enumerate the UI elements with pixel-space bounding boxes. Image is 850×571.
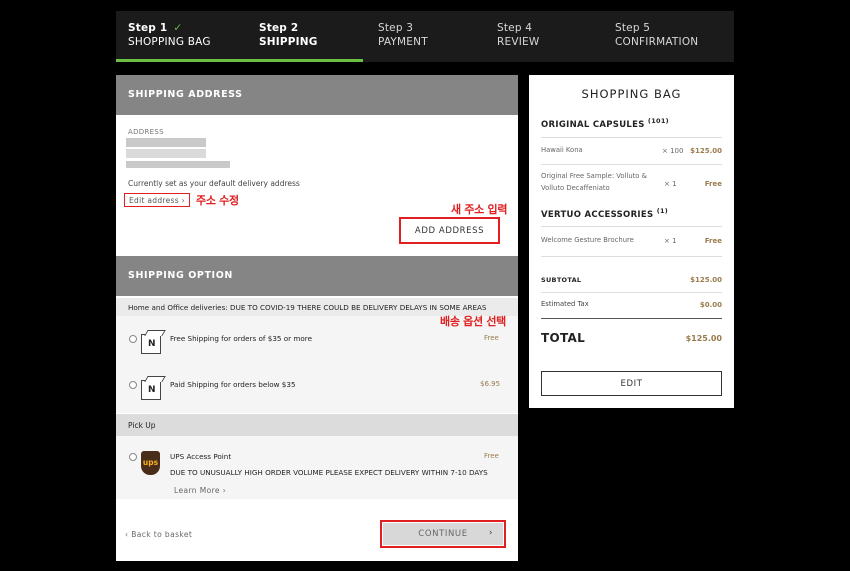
ups-logo-icon: ups	[141, 451, 160, 475]
pickup-header: Pick Up	[116, 414, 518, 436]
subtotal-value: $125.00	[690, 276, 722, 284]
continue-button[interactable]: CONTINUE ›	[383, 523, 503, 545]
divider	[541, 164, 722, 165]
step-progress-bar	[116, 59, 364, 62]
divider	[541, 137, 722, 138]
ups-delivery-notice: DUE TO UNUSUALLY HIGH ORDER VOLUME PLEAS…	[170, 468, 488, 477]
divider	[541, 318, 722, 319]
step-label: SHIPPING	[259, 36, 318, 48]
chevron-right-icon: ›	[489, 528, 493, 538]
section-title: SHIPPING OPTION	[128, 270, 233, 281]
step-number: Step 4	[497, 22, 533, 34]
default-address-note: Currently set as your default delivery a…	[128, 179, 300, 188]
option-name: Free Shipping for orders of $35 or more	[170, 334, 313, 343]
subtotal-label: SUBTOTAL	[541, 276, 582, 284]
option-name: Paid Shipping for orders below $35	[170, 380, 296, 389]
radio-button[interactable]	[129, 453, 137, 461]
add-address-button[interactable]: ADD ADDRESS	[403, 221, 496, 240]
step-label: CONFIRMATION	[615, 36, 699, 48]
shipping-option-header: SHIPPING OPTION	[116, 256, 518, 296]
radio-button[interactable]	[129, 335, 137, 343]
step-number: Step 2	[259, 22, 299, 34]
shipping-option-paid[interactable]: N Paid Shipping for orders below $35 $6.…	[116, 363, 518, 413]
step-review: Step 4 REVIEW	[497, 21, 539, 49]
step-number: Step 3	[378, 22, 414, 34]
radio-button[interactable]	[129, 381, 137, 389]
address-line-redacted	[126, 161, 230, 168]
bag-item-qty: × 1	[664, 180, 677, 188]
step-payment: Step 3 PAYMENT	[378, 21, 428, 49]
step-shipping: Step 2 SHIPPING	[259, 21, 318, 49]
learn-more-link[interactable]: Learn More ›	[174, 486, 226, 495]
annotation-new-address: 새 주소 입력	[451, 203, 508, 216]
divider	[541, 256, 722, 257]
bag-title: SHOPPING BAG	[581, 87, 682, 101]
annotation-edit-address: 주소 수정	[196, 194, 239, 207]
chevron-right-icon: ›	[222, 486, 227, 495]
option-price: $6.95	[480, 380, 501, 388]
divider	[541, 226, 722, 227]
tax-value: $0.00	[699, 301, 722, 309]
annotation-shipping-option: 배송 옵션 선택	[440, 315, 506, 328]
step-label: PAYMENT	[378, 36, 428, 48]
bag-item-name: Hawaii Kona	[541, 146, 583, 154]
section-count: (101)	[647, 117, 669, 125]
bag-item-qty: × 1	[664, 237, 677, 245]
bag-item-price: Free	[704, 180, 722, 188]
step-number: Step 1	[128, 22, 168, 34]
link-label: Edit address	[129, 196, 179, 205]
divider	[541, 292, 722, 293]
address-label: ADDRESS	[128, 128, 164, 136]
bag-item-name: Original Free Sample: Volluto & Volluto …	[541, 172, 647, 192]
chevron-right-icon: ›	[181, 196, 185, 205]
bag-item-name: Welcome Gesture Brochure	[541, 236, 634, 244]
package-icon: N	[141, 380, 161, 400]
total-value: $125.00	[685, 334, 722, 343]
shipping-address-header: SHIPPING ADDRESS	[116, 75, 518, 115]
link-label: Learn More	[174, 486, 220, 495]
link-label: Back to basket	[131, 530, 193, 539]
tax-label: Estimated Tax	[541, 300, 589, 308]
section-title: SHIPPING ADDRESS	[128, 89, 243, 100]
back-to-basket-link[interactable]: ‹ Back to basket	[125, 530, 192, 539]
bag-item-price: Free	[704, 237, 722, 245]
chevron-left-icon: ‹	[125, 530, 129, 539]
total-label: TOTAL	[541, 331, 586, 345]
step-label: REVIEW	[497, 36, 540, 48]
address-line-redacted	[126, 149, 206, 158]
check-icon: ✓	[173, 22, 183, 34]
address-line-redacted	[126, 138, 206, 147]
edit-address-link[interactable]: Edit address ›	[124, 193, 190, 207]
bag-section-title: ORIGINAL CAPSULES (101)	[541, 117, 669, 130]
checkout-stepper: Step 1 ✓ SHOPPING BAG Step 2 SHIPPING Ste…	[116, 11, 734, 62]
option-price: Free	[484, 452, 499, 460]
section-count: (1)	[656, 207, 669, 215]
option-price: Free	[484, 334, 499, 342]
step-shopping-bag[interactable]: Step 1 ✓ SHOPPING BAG	[128, 21, 211, 49]
button-label: CONTINUE	[418, 529, 468, 539]
bag-item-price: $125.00	[690, 147, 722, 155]
step-confirmation: Step 5 CONFIRMATION	[615, 21, 698, 49]
package-icon: N	[141, 334, 161, 354]
edit-bag-button[interactable]: EDIT	[541, 371, 722, 396]
option-name: UPS Access Point	[170, 452, 232, 461]
step-label: SHOPPING BAG	[128, 36, 211, 48]
bag-section-title: VERTUO ACCESSORIES (1)	[541, 207, 669, 220]
step-number: Step 5	[615, 22, 651, 34]
